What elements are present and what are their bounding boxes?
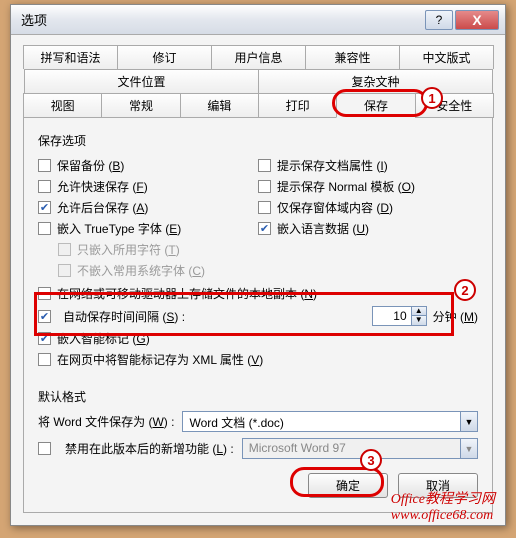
opt-autosave-interval[interactable]: 自动保存时间间隔 (S) : ▲ ▼ 分钟 (M) <box>38 304 478 328</box>
save-panel: 保存选项 保留备份 (B) 允许快速保存 (F) 允许后台保存 (A) <box>23 118 493 513</box>
save-as-value: Word 文档 (*.doc) <box>183 412 460 431</box>
spin-down-icon[interactable]: ▼ <box>412 316 426 325</box>
checkbox-icon <box>38 201 51 214</box>
checkbox-icon <box>38 353 51 366</box>
checkbox-icon <box>38 180 51 193</box>
opt-embed-lang[interactable]: 嵌入语言数据 (U) <box>258 218 478 239</box>
checkbox-icon <box>258 159 271 172</box>
disable-features-label: 禁用在此版本后的新增功能 (L) : <box>65 440 234 457</box>
tab-asian[interactable]: 中文版式 <box>399 45 494 69</box>
tab-complex[interactable]: 复杂文种 <box>258 69 493 93</box>
annotation-badge-1: 1 <box>421 87 443 109</box>
checkbox-icon <box>38 310 51 323</box>
save-as-combo[interactable]: Word 文档 (*.doc) ▼ <box>182 411 478 432</box>
opt-embed-smarttag[interactable]: 嵌入智能标记 (G) <box>38 328 478 349</box>
opt-smarttag-xml[interactable]: 在网页中将智能标记存为 XML 属性 (V) <box>38 349 478 370</box>
window-title: 选项 <box>17 10 425 29</box>
tab-filelocations[interactable]: 文件位置 <box>24 69 259 93</box>
disable-features-value: Microsoft Word 97 <box>243 439 460 458</box>
tab-strip-row1: 拼写和语法 修订 用户信息 兼容性 中文版式 <box>23 45 493 69</box>
save-as-label: 将 Word 文件保存为 (W) : <box>38 413 174 430</box>
tab-edit[interactable]: 编辑 <box>180 93 259 118</box>
tab-strip-row2: 文件位置 复杂文种 <box>23 69 493 93</box>
tab-spelling[interactable]: 拼写和语法 <box>23 45 118 69</box>
ok-button[interactable]: 确定 <box>308 473 388 498</box>
annotation-badge-2: 2 <box>454 279 476 301</box>
default-format-title: 默认格式 <box>38 388 478 405</box>
opt-embed-truetype[interactable]: 嵌入 TrueType 字体 (E) <box>38 218 258 239</box>
tab-strip-row3: 视图 常规 编辑 打印 保存 安全性 1 <box>23 93 493 118</box>
tab-compat[interactable]: 兼容性 <box>305 45 400 69</box>
opt-keep-backup[interactable]: 保留备份 (B) <box>38 155 258 176</box>
checkbox-icon <box>38 222 51 235</box>
checkbox-icon <box>38 287 51 300</box>
opt-forms-only[interactable]: 仅保存窗体域内容 (D) <box>258 197 478 218</box>
checkbox-icon <box>258 180 271 193</box>
checkbox-icon <box>258 201 271 214</box>
tab-save[interactable]: 保存 <box>336 93 415 118</box>
annotation-badge-3: 3 <box>360 449 382 471</box>
tab-view[interactable]: 视图 <box>23 93 102 118</box>
save-as-row: 将 Word 文件保存为 (W) : Word 文档 (*.doc) ▼ <box>38 411 478 432</box>
checkbox-icon[interactable] <box>38 442 51 455</box>
autosave-minutes-input[interactable] <box>373 307 411 325</box>
tab-print[interactable]: 打印 <box>258 93 337 118</box>
close-button[interactable]: X <box>455 10 499 30</box>
checkbox-icon <box>58 243 71 256</box>
opt-background-save[interactable]: 允许后台保存 (A) <box>38 197 258 218</box>
save-options-title: 保存选项 <box>38 132 478 149</box>
cancel-button[interactable]: 取消 <box>398 473 478 498</box>
chevron-down-icon: ▼ <box>460 439 477 458</box>
tab-general[interactable]: 常规 <box>101 93 180 118</box>
opt-prompt-normal[interactable]: 提示保存 Normal 模板 (O) <box>258 176 478 197</box>
tab-userinfo[interactable]: 用户信息 <box>211 45 306 69</box>
opt-prompt-properties[interactable]: 提示保存文档属性 (I) <box>258 155 478 176</box>
opt-embed-used-only: 只嵌入所用字符 (T) <box>38 239 258 260</box>
client-area: 拼写和语法 修订 用户信息 兼容性 中文版式 文件位置 复杂文种 视图 常规 编… <box>11 35 505 525</box>
checkbox-icon <box>258 222 271 235</box>
help-button[interactable]: ? <box>425 10 453 30</box>
dialog-button-row: 3 确定 取消 <box>38 473 478 498</box>
opt-network-local-copy[interactable]: 在网络或可移动驱动器上存储文件的本地副本 (N) <box>38 283 478 304</box>
opt-fast-save[interactable]: 允许快速保存 (F) <box>38 176 258 197</box>
checkbox-icon <box>58 264 71 277</box>
options-dialog: 选项 ? X 拼写和语法 修订 用户信息 兼容性 中文版式 文件位置 复杂文种 … <box>10 4 506 526</box>
chevron-down-icon[interactable]: ▼ <box>460 412 477 431</box>
tab-track[interactable]: 修订 <box>117 45 212 69</box>
titlebar: 选项 ? X <box>11 5 505 35</box>
opt-no-common-fonts: 不嵌入常用系统字体 (C) <box>38 260 258 281</box>
checkbox-icon <box>38 159 51 172</box>
autosave-minutes-spinner[interactable]: ▲ ▼ <box>372 306 427 326</box>
disable-features-row: 禁用在此版本后的新增功能 (L) : Microsoft Word 97 ▼ <box>38 438 478 459</box>
checkbox-icon <box>38 332 51 345</box>
